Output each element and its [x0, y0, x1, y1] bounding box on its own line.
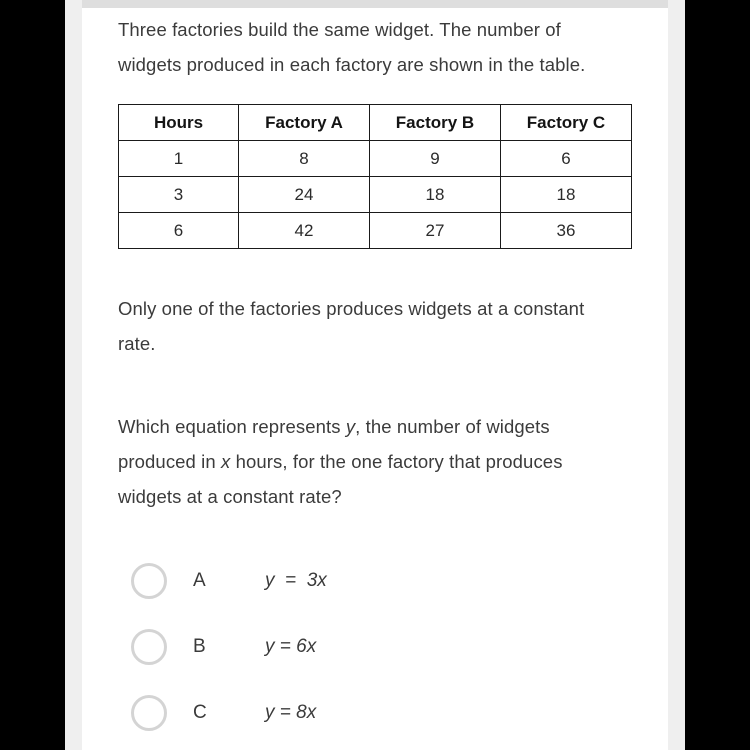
widget-production-table: Hours Factory A Factory B Factory C 1 8 … — [118, 104, 632, 249]
question-prefix: Which equation represents — [118, 416, 346, 437]
choice-equation-a: y = 3x — [265, 570, 327, 591]
answer-choice-list: A y = 3x B y = 6x C y = 8x D y = 9x — [118, 548, 668, 750]
answer-choice-b[interactable]: B y = 6x — [118, 614, 668, 680]
cell-factory-a: 42 — [238, 212, 370, 249]
choice-letter-a: A — [193, 570, 206, 591]
cell-factory-c: 6 — [500, 140, 632, 177]
column-header-hours: Hours — [118, 104, 239, 141]
radio-button-icon-b[interactable] — [131, 629, 167, 665]
question-variable-y: y — [345, 416, 356, 437]
answer-choice-d[interactable]: D y = 9x — [118, 746, 668, 750]
question-paragraph: Which equation represents y, the number … — [118, 409, 623, 514]
cell-factory-a: 24 — [238, 176, 370, 213]
table-row: 6 42 27 36 — [118, 212, 632, 249]
question-variable-x: x — [221, 451, 231, 472]
choice-equation-b: y = 6x — [265, 636, 317, 657]
document-page: Three factories build the same widget. T… — [82, 0, 668, 750]
cell-factory-b: 9 — [369, 140, 501, 177]
table-row: 3 24 18 18 — [118, 176, 632, 213]
page-top-band — [82, 0, 668, 8]
choice-letter-b: B — [193, 636, 206, 657]
cell-factory-b: 18 — [369, 176, 501, 213]
cell-factory-c: 18 — [500, 176, 632, 213]
table-row: 1 8 9 6 — [118, 140, 632, 177]
cell-hours: 1 — [118, 140, 239, 177]
column-header-factory-b: Factory B — [369, 104, 501, 141]
choice-letter-c: C — [193, 702, 207, 723]
cell-factory-b: 27 — [369, 212, 501, 249]
right-gutter — [668, 0, 685, 750]
cell-hours: 3 — [118, 176, 239, 213]
cell-factory-a: 8 — [238, 140, 370, 177]
constant-rate-paragraph: Only one of the factories produces widge… — [118, 298, 585, 354]
radio-button-icon-c[interactable] — [131, 695, 167, 731]
column-header-factory-a: Factory A — [238, 104, 370, 141]
column-header-factory-c: Factory C — [500, 104, 632, 141]
choice-equation-c: y = 8x — [265, 702, 317, 723]
widget-table-container: Hours Factory A Factory B Factory C 1 8 … — [118, 104, 668, 249]
table-header-row: Hours Factory A Factory B Factory C — [118, 104, 632, 141]
cell-factory-c: 36 — [500, 212, 632, 249]
intro-paragraph: Three factories build the same widget. T… — [118, 19, 586, 75]
answer-choice-a[interactable]: A y = 3x — [118, 548, 668, 614]
document-content: Three factories build the same widget. T… — [82, 8, 668, 750]
radio-button-icon-a[interactable] — [131, 563, 167, 599]
answer-choice-c[interactable]: C y = 8x — [118, 680, 668, 746]
screenshot-root: Three factories build the same widget. T… — [0, 0, 750, 750]
cell-hours: 6 — [118, 212, 239, 249]
left-gutter — [65, 0, 82, 750]
